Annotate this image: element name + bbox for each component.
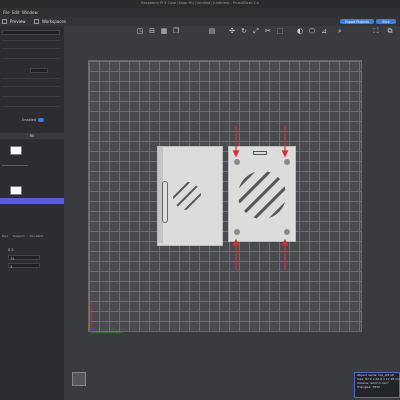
tab-workspaces[interactable]: Workspaces: [34, 18, 66, 25]
rotate-icon[interactable]: ↻: [240, 27, 248, 35]
viewport-toolbar: ◳ ⊟ ▦ ❐ ▤ ✣ ↻ ⤢ ✂ ⬚ ◐ ⬡ ⊿ ⌕ ⛶ ⧉: [64, 26, 400, 38]
sidebar-tabs: Bed Support Fan-Paint: [2, 234, 43, 238]
value-1: 0.2: [8, 248, 14, 252]
tab-workspaces-label: Workspaces: [42, 19, 66, 24]
add-icon[interactable]: ◳: [136, 27, 144, 35]
sidebar-divider: [2, 86, 60, 87]
tab-bed[interactable]: Bed: [2, 234, 8, 238]
view-cube[interactable]: [72, 372, 86, 386]
selected-row[interactable]: [0, 198, 64, 204]
pattern-thumbnail-1[interactable]: [10, 146, 22, 155]
menu-window[interactable]: Window: [22, 10, 38, 15]
export-projects-button[interactable]: Export Projects: [340, 19, 374, 24]
sidebar-divider: [2, 40, 60, 41]
sidebar-divider: [2, 48, 60, 49]
workspaces-icon: [34, 19, 39, 24]
value-2-field[interactable]: 75: [8, 255, 40, 261]
support-icon[interactable]: ⬚: [276, 27, 284, 35]
slice-button[interactable]: Slice: [376, 19, 396, 24]
split-icon[interactable]: ⧉: [386, 27, 394, 35]
tab-preview-label: Preview: [10, 19, 26, 24]
sidebar-divider: [2, 96, 60, 97]
search-icon[interactable]: ⌕: [336, 27, 344, 35]
sidebar-field-1[interactable]: [2, 30, 60, 35]
arrange-icon[interactable]: ▦: [160, 27, 168, 35]
sidebar-dropdown[interactable]: [30, 68, 48, 73]
section-fill: Fill: [0, 133, 64, 139]
copy-icon[interactable]: ❐: [172, 27, 180, 35]
layers-icon[interactable]: ▤: [208, 27, 216, 35]
sidebar-divider: [2, 58, 60, 59]
window-titlebar: Raspberry Pi 5 Case (Snap Fit) (Untitled…: [0, 0, 400, 8]
sidebar-divider: [2, 106, 60, 107]
enabled-label: Enabled: [22, 118, 37, 122]
value-2: 75: [10, 257, 15, 261]
tab-preview[interactable]: Preview: [2, 18, 26, 25]
preview-icon: [2, 19, 7, 24]
menu-bar: File Edit Window: [0, 8, 400, 17]
menu-edit[interactable]: Edit: [12, 10, 20, 15]
object-info-box: Object name: top_pi5.stl Size: 87.2 x 62…: [354, 372, 400, 398]
window-title: Raspberry Pi 5 Case (Snap Fit) (Untitled…: [141, 1, 259, 5]
cube-icon[interactable]: ⬡: [308, 27, 316, 35]
red-arrow-left: [2, 165, 28, 166]
cut-icon[interactable]: ✂: [264, 27, 272, 35]
sidebar: Enabled Fill Bed Support Fan-Paint 0.2 7…: [0, 26, 65, 400]
value-3: 3: [10, 265, 13, 269]
delete-icon[interactable]: ⊟: [148, 27, 156, 35]
annotation-arrows: [90, 126, 289, 333]
tab-fan-paint[interactable]: Fan-Paint: [30, 234, 44, 238]
menu-file[interactable]: File: [3, 10, 10, 15]
move-icon[interactable]: ✣: [228, 27, 236, 35]
enabled-toggle[interactable]: [38, 118, 44, 122]
value-3-field[interactable]: 3: [8, 263, 40, 269]
tab-support[interactable]: Support: [13, 234, 25, 238]
info-line-4: Triangles: 7832: [357, 385, 380, 389]
pattern-thumbnail-2[interactable]: [10, 186, 22, 195]
3d-viewport[interactable]: Object name: top_pi5.stl Size: 87.2 x 62…: [64, 38, 400, 400]
measure-icon[interactable]: ⊿: [320, 27, 328, 35]
sidebar-divider: [2, 78, 60, 79]
fullscreen-icon[interactable]: ⛶: [372, 27, 380, 35]
seam-icon[interactable]: ◐: [296, 27, 304, 35]
scale-icon[interactable]: ⤢: [252, 27, 260, 35]
